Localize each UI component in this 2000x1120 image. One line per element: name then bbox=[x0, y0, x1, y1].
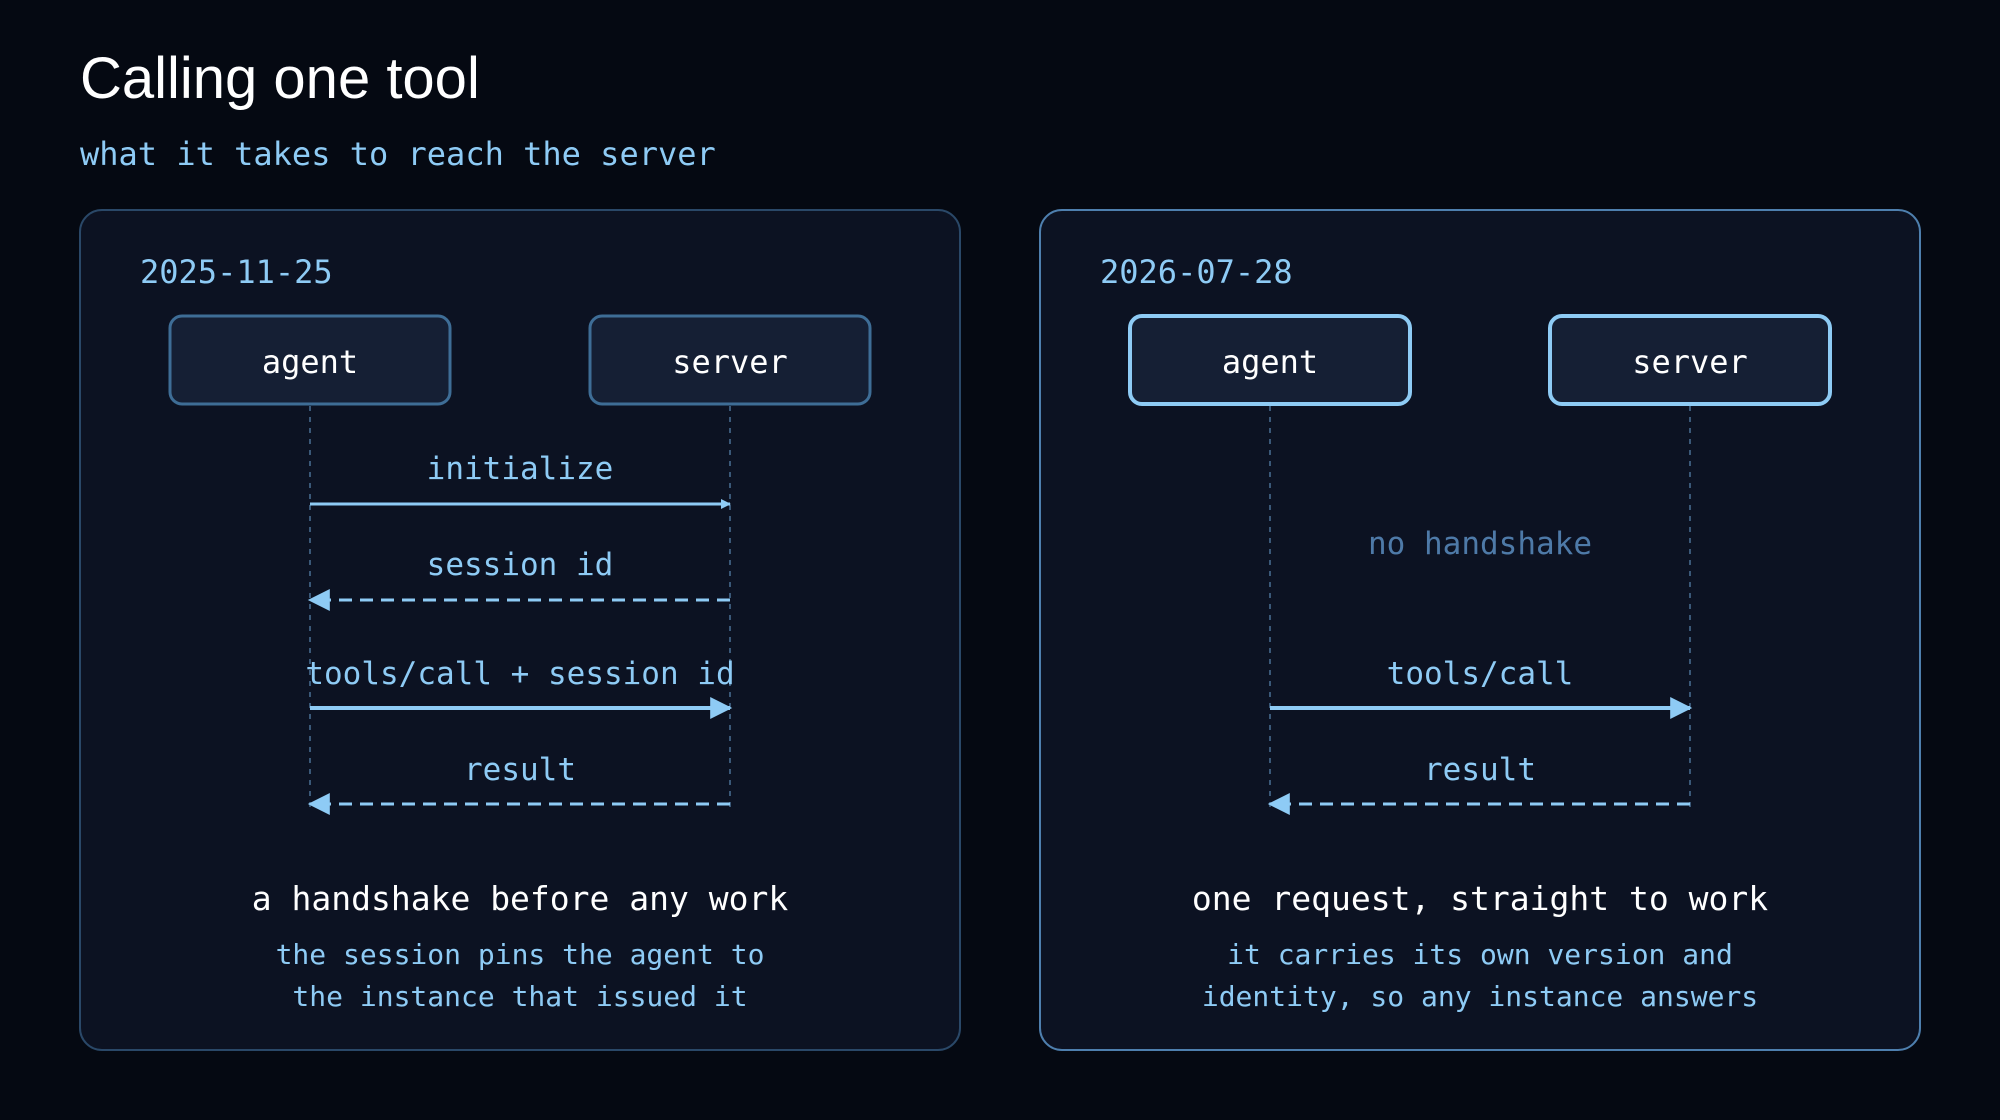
panel-new-caption: one request, straight to work bbox=[1192, 879, 1768, 918]
panel-old-protocol: 2025-11-25 agent server initialize sessi… bbox=[79, 209, 961, 1051]
message-tools-call-label: tools/call + session id bbox=[305, 656, 734, 692]
server-label: server bbox=[1632, 343, 1748, 381]
server-label: server bbox=[672, 343, 788, 381]
panel-new-note-line-2: identity, so any instance answers bbox=[1202, 980, 1758, 1013]
panel-old-note-line-2: the instance that issued it bbox=[292, 980, 747, 1013]
panel-old-note-line-1: the session pins the agent to bbox=[276, 938, 765, 971]
message-session-id-label: session id bbox=[427, 547, 614, 583]
message-result-label: result bbox=[1424, 752, 1536, 788]
agent-label: agent bbox=[1222, 343, 1318, 381]
message-result-label: result bbox=[464, 752, 576, 788]
no-handshake-note: no handshake bbox=[1368, 526, 1592, 562]
panel-old-caption: a handshake before any work bbox=[252, 879, 789, 918]
message-tools-call-label: tools/call bbox=[1387, 656, 1574, 692]
panel-new-protocol: 2026-07-28 agent server no handshake too… bbox=[1039, 209, 1921, 1051]
sequence-diagrams: 2025-11-25 agent server initialize sessi… bbox=[79, 209, 1921, 1051]
panel-new-note-line-1: it carries its own version and bbox=[1227, 938, 1733, 971]
panel-old-date: 2025-11-25 bbox=[140, 253, 333, 291]
message-initialize-label: initialize bbox=[427, 451, 614, 487]
panel-new-date: 2026-07-28 bbox=[1100, 253, 1293, 291]
agent-label: agent bbox=[262, 343, 358, 381]
